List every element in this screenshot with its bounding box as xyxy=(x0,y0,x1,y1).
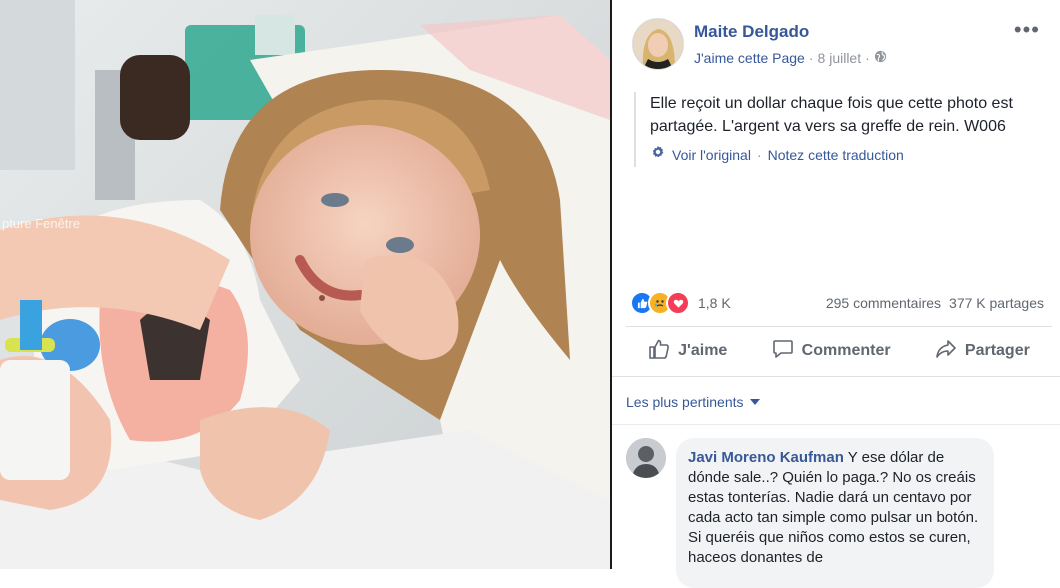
photo-watermark: pture Fenêtre xyxy=(2,216,81,231)
post-stats: 295 commentaires 377 K partages xyxy=(826,295,1044,311)
comment-filter-label: Les plus pertinents xyxy=(626,394,744,410)
share-icon xyxy=(935,338,957,365)
post-body-text: Elle reçoit un dollar chaque fois que ce… xyxy=(650,95,1013,135)
separator-dot: · xyxy=(756,147,762,163)
post-text-block: Elle reçoit un dollar chaque fois que ce… xyxy=(634,92,1050,167)
more-options-icon[interactable]: ••• xyxy=(1014,19,1040,41)
translation-row: Voir l'original · Notez cette traduction xyxy=(650,144,1050,167)
separator-dot: · xyxy=(808,50,814,66)
commenter-name[interactable]: Javi Moreno Kaufman xyxy=(688,449,844,466)
gear-icon xyxy=(650,144,666,167)
comment-button[interactable]: Commenter xyxy=(772,338,891,365)
comment-button-label: Commenter xyxy=(801,342,891,359)
reaction-icons[interactable] xyxy=(630,291,690,315)
author-name[interactable]: Maite Delgado xyxy=(694,22,809,42)
commenter-avatar-image xyxy=(626,438,666,478)
share-button[interactable]: Partager xyxy=(935,338,1030,365)
reactions-bar: 1,8 K 295 commentaires 377 K partages xyxy=(630,290,1044,316)
divider xyxy=(612,376,1060,377)
comment-icon xyxy=(772,338,794,365)
rate-translation-link[interactable]: Notez cette traduction xyxy=(768,144,904,167)
love-reaction-icon xyxy=(666,291,690,315)
comment-text: Y ese dólar de dónde sale..? Quién lo pa… xyxy=(688,449,979,566)
author-avatar[interactable] xyxy=(632,18,684,70)
post-panel: Maite Delgado J'aime cette Page · 8 juil… xyxy=(612,0,1060,588)
separator-dot: · xyxy=(865,50,870,66)
author-avatar-image xyxy=(633,19,683,69)
post-date[interactable]: 8 juillet xyxy=(818,50,862,66)
see-original-link[interactable]: Voir l'original xyxy=(672,144,751,167)
divider xyxy=(612,424,1060,425)
like-button[interactable]: J'aime xyxy=(648,338,727,365)
post-actions: J'aime Commenter Partager xyxy=(626,332,1052,370)
caret-down-icon xyxy=(749,399,760,405)
globe-icon xyxy=(874,50,887,66)
post-photo-image xyxy=(0,0,610,569)
share-button-label: Partager xyxy=(964,342,1030,359)
commenter-avatar[interactable] xyxy=(626,438,666,478)
like-page-link[interactable]: J'aime cette Page xyxy=(694,50,805,66)
post-subline: J'aime cette Page · 8 juillet · xyxy=(694,50,887,66)
shares-count[interactable]: 377 K partages xyxy=(949,295,1044,311)
post-photo[interactable]: pture Fenêtre xyxy=(0,0,610,569)
reactions-count[interactable]: 1,8 K xyxy=(698,295,731,311)
comment-bubble: Javi Moreno Kaufman Y ese dólar de dónde… xyxy=(676,438,994,588)
thumbs-up-icon xyxy=(648,338,670,365)
comment-filter-dropdown[interactable]: Les plus pertinents xyxy=(626,394,760,410)
divider xyxy=(626,326,1052,327)
comments-count[interactable]: 295 commentaires xyxy=(826,295,941,311)
like-button-label: J'aime xyxy=(678,342,728,359)
